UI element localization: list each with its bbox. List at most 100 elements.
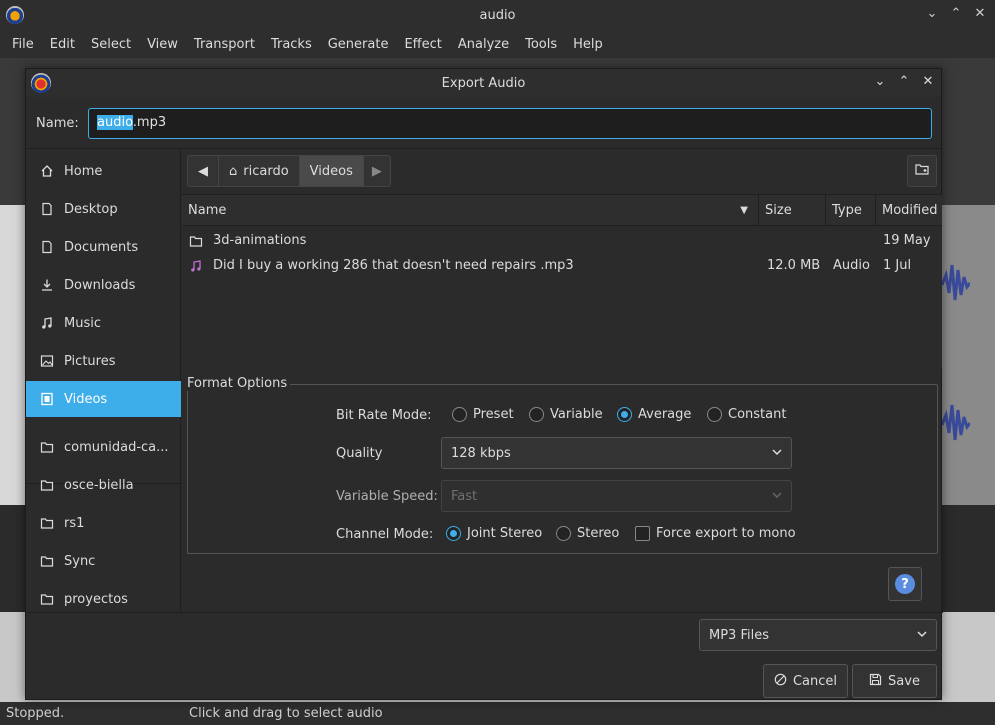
file-row[interactable]: 3d-animations 19 May (182, 228, 942, 253)
bit-rate-variable-radio[interactable]: Variable (529, 407, 603, 422)
new-folder-button[interactable] (907, 155, 937, 187)
menu-view[interactable]: View (139, 37, 186, 52)
variable-speed-select[interactable]: Fast (441, 480, 792, 512)
folder-icon (40, 554, 54, 568)
force-mono-checkbox[interactable]: Force export to mono (635, 526, 796, 541)
minimize-icon[interactable]: ⌄ (925, 6, 939, 21)
cancel-icon (774, 673, 787, 690)
menu-transport[interactable]: Transport (186, 37, 263, 52)
name-row: Name: audio.mp3 (26, 97, 941, 149)
save-button[interactable]: Save (852, 664, 937, 698)
menu-file[interactable]: File (4, 37, 42, 52)
quality-label: Quality (336, 446, 383, 461)
folder-icon (40, 440, 54, 454)
channel-stereo-radio[interactable]: Stereo (556, 526, 619, 541)
place-osce-biella[interactable]: osce-biella (26, 467, 181, 503)
checkbox-label: Force export to mono (656, 526, 796, 541)
radio-circle (707, 407, 722, 422)
menu-help[interactable]: Help (565, 37, 611, 52)
path-crumb-home[interactable]: ⌂ ricardo (219, 156, 300, 186)
menu-effect[interactable]: Effect (396, 37, 449, 52)
file-size: 12.0 MB (767, 258, 821, 273)
dialog-window-controls: ⌄ ⌃ ✕ (873, 74, 935, 89)
track-control-panel (0, 205, 28, 505)
column-name[interactable]: Name ▼ (182, 195, 759, 226)
column-size[interactable]: Size (759, 195, 826, 226)
music-icon (189, 253, 205, 278)
quality-select[interactable]: 128 kbps (441, 437, 792, 469)
radio-circle (556, 526, 571, 541)
channel-joint-stereo-radio[interactable]: Joint Stereo (446, 526, 542, 541)
file-type: Audio (833, 258, 870, 273)
menu-select[interactable]: Select (83, 37, 139, 52)
filename-input[interactable]: audio.mp3 (88, 108, 932, 139)
menu-tracks[interactable]: Tracks (263, 37, 320, 52)
footer-divider (26, 612, 943, 613)
file-row[interactable]: Did I buy a working 286 that doesn't nee… (182, 253, 942, 278)
bit-rate-mode-label: Bit Rate Mode: (336, 408, 432, 423)
help-button[interactable]: ? (888, 567, 922, 601)
place-documents[interactable]: Documents (26, 229, 181, 265)
chevron-left-icon: ◀ (198, 163, 208, 179)
maximize-icon[interactable]: ⌃ (897, 74, 911, 89)
close-icon[interactable]: ✕ (973, 6, 987, 21)
picture-icon (40, 354, 54, 368)
audacity-logo-icon (31, 73, 51, 93)
menu-generate[interactable]: Generate (320, 37, 397, 52)
bit-rate-average-radio[interactable]: Average (617, 407, 691, 422)
path-crumb-videos[interactable]: Videos (299, 156, 364, 186)
dialog-titlebar: Export Audio ⌄ ⌃ ✕ (26, 69, 941, 97)
place-pictures[interactable]: Pictures (26, 343, 181, 379)
place-rs1[interactable]: rs1 (26, 505, 181, 541)
channel-mode-label: Channel Mode: (336, 527, 434, 542)
menu-analyze[interactable]: Analyze (450, 37, 517, 52)
menubar: File Edit Select View Transport Tracks G… (0, 30, 995, 58)
column-label: Type (832, 203, 862, 218)
chevron-right-icon: ▶ (371, 163, 382, 179)
folder-icon (40, 516, 54, 530)
file-name: 3d-animations (213, 233, 307, 248)
column-modified[interactable]: Modified (876, 195, 942, 226)
file-type-select[interactable]: MP3 Files (699, 619, 937, 651)
filename-extension: .mp3 (132, 115, 167, 130)
folder-icon (40, 592, 54, 606)
path-forward-button[interactable]: ▶ (364, 156, 390, 186)
checkbox-box (635, 526, 650, 541)
document-icon (40, 240, 54, 254)
column-type[interactable]: Type (826, 195, 876, 226)
path-back-button[interactable]: ◀ (188, 156, 219, 186)
radio-label: Preset (473, 407, 514, 422)
menu-edit[interactable]: Edit (42, 37, 83, 52)
place-label: Pictures (64, 353, 116, 369)
bit-rate-constant-radio[interactable]: Constant (707, 407, 786, 422)
maximize-icon[interactable]: ⌃ (949, 6, 963, 21)
save-icon (869, 673, 882, 690)
place-label: rs1 (64, 515, 85, 531)
radio-label: Variable (550, 407, 603, 422)
new-folder-icon (914, 161, 930, 181)
bit-rate-preset-radio[interactable]: Preset (452, 407, 514, 422)
file-name: Did I buy a working 286 that doesn't nee… (213, 258, 574, 273)
place-sync[interactable]: Sync (26, 543, 181, 579)
waveform (942, 264, 970, 441)
place-videos[interactable]: Videos (26, 381, 181, 417)
radio-circle (529, 407, 544, 422)
folder-icon (40, 478, 54, 492)
radio-label: Stereo (577, 526, 620, 541)
close-icon[interactable]: ✕ (921, 74, 935, 89)
place-desktop[interactable]: Desktop (26, 191, 181, 227)
place-comunidad[interactable]: comunidad-ca... (26, 429, 181, 465)
place-downloads[interactable]: Downloads (26, 267, 181, 303)
cancel-button[interactable]: Cancel (763, 664, 848, 698)
menu-tools[interactable]: Tools (517, 37, 565, 52)
radio-circle (452, 407, 467, 422)
name-label: Name: (36, 116, 79, 131)
column-label: Name (188, 203, 227, 218)
chevron-down-icon (771, 446, 783, 462)
place-label: Videos (64, 391, 108, 407)
button-label: Save (888, 673, 920, 689)
places-sidebar: Home Desktop Documents Downloads Music P… (26, 150, 181, 612)
place-music[interactable]: Music (26, 305, 181, 341)
minimize-icon[interactable]: ⌄ (873, 74, 887, 89)
place-home[interactable]: Home (26, 153, 181, 189)
